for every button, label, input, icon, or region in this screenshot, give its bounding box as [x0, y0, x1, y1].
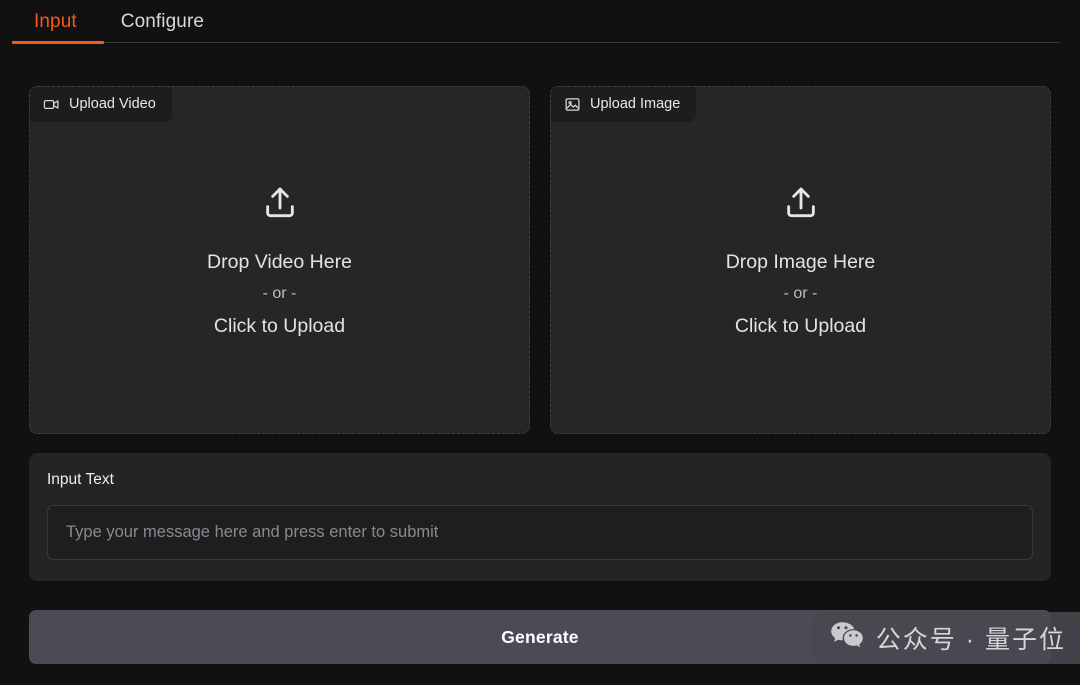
upload-image-label: Upload Image	[590, 96, 680, 112]
tab-bar: Input Configure	[0, 0, 1080, 46]
watermark: 公众号 · 量子位	[812, 612, 1080, 664]
upload-video-or-text: - or -	[263, 279, 297, 309]
image-picture-icon	[564, 96, 581, 113]
upload-video-dropzone[interactable]: Upload Video Drop Video Here - or - Clic…	[29, 86, 530, 434]
upload-video-label: Upload Video	[69, 96, 156, 112]
tab-list: Input Configure	[12, 0, 226, 43]
video-camera-icon	[43, 96, 60, 113]
message-input[interactable]	[47, 505, 1033, 560]
upload-image-content: Drop Image Here - or - Click to Upload	[551, 183, 1050, 343]
upload-image-click-text[interactable]: Click to Upload	[735, 309, 866, 343]
upload-arrow-icon	[781, 183, 821, 228]
input-text-card: Input Text	[29, 453, 1051, 581]
upload-image-dropzone[interactable]: Upload Image Drop Image Here - or - Clic…	[550, 86, 1051, 434]
app-root: Input Configure Upload Video	[0, 0, 1080, 685]
upload-image-drop-text: Drop Image Here	[726, 245, 876, 279]
tab-divider	[12, 42, 1060, 43]
upload-video-badge: Upload Video	[29, 86, 172, 122]
wechat-logo-icon	[830, 621, 864, 655]
upload-video-content: Drop Video Here - or - Click to Upload	[30, 183, 529, 343]
watermark-text: 公众号 · 量子位	[876, 620, 1066, 656]
tab-configure[interactable]: Configure	[99, 0, 226, 43]
upload-video-drop-text: Drop Video Here	[207, 245, 352, 279]
tab-input[interactable]: Input	[12, 0, 99, 43]
upload-arrow-icon	[260, 183, 300, 228]
upload-image-badge: Upload Image	[550, 86, 696, 122]
upload-image-or-text: - or -	[784, 279, 818, 309]
active-tab-indicator	[12, 41, 104, 44]
input-text-title: Input Text	[47, 471, 1033, 489]
upload-panels: Upload Video Drop Video Here - or - Clic…	[29, 86, 1051, 434]
upload-video-click-text[interactable]: Click to Upload	[214, 309, 345, 343]
